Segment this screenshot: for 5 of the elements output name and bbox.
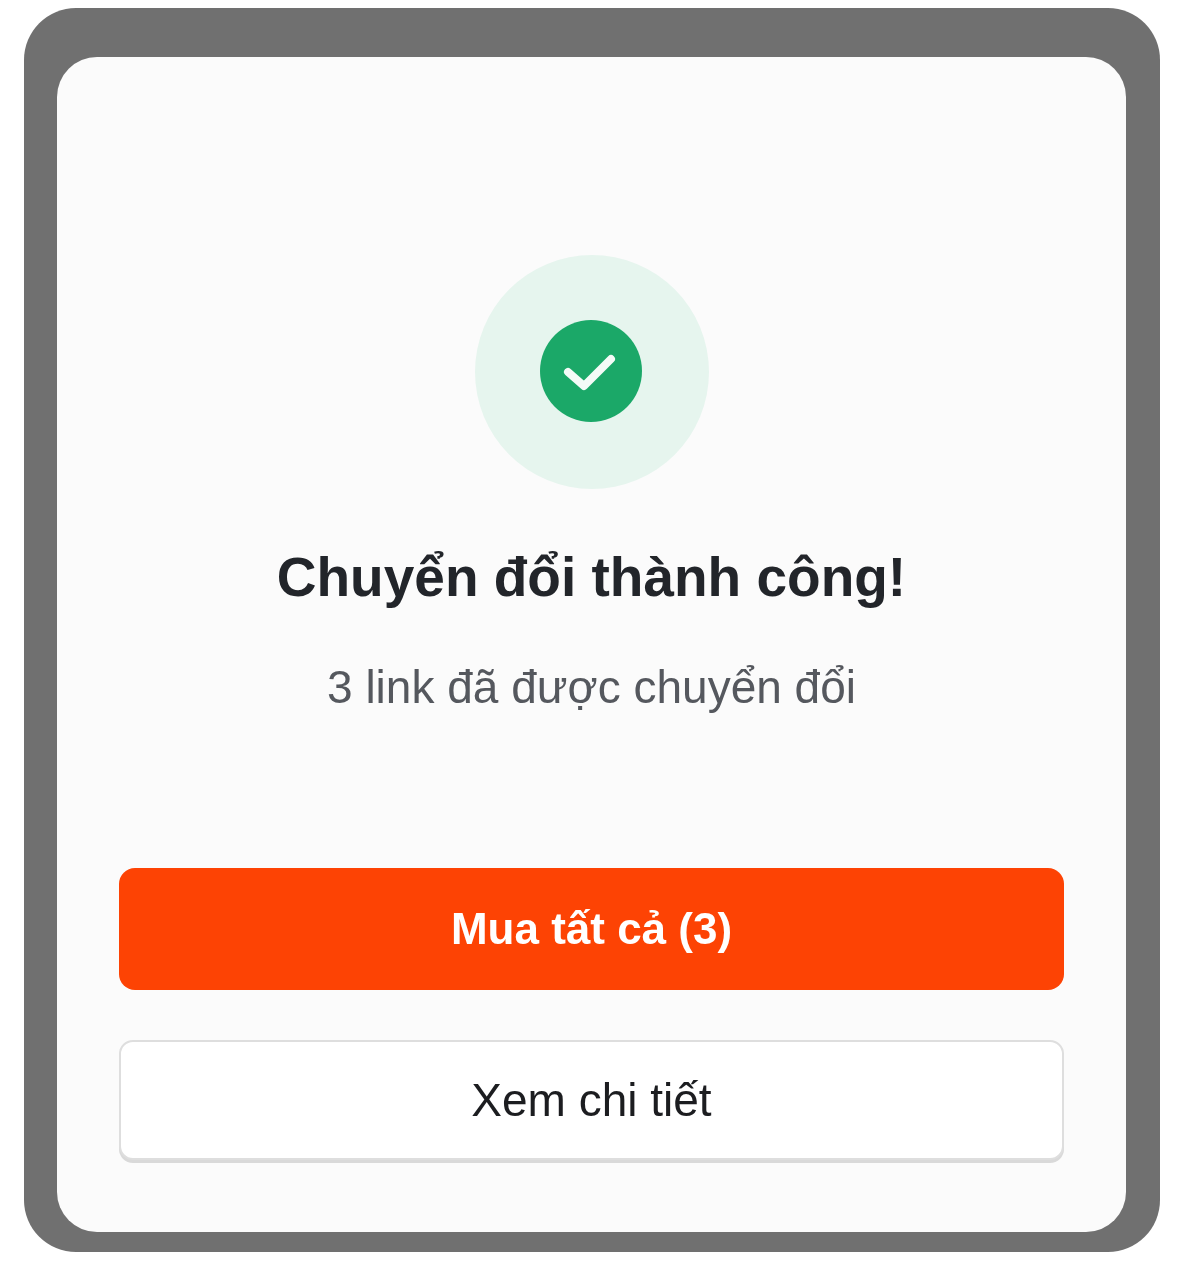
success-check-icon	[474, 255, 709, 489]
dialog-title: Chuyển đổi thành công!	[276, 545, 907, 610]
dialog-message: 3 link đã được chuyển đổi	[327, 660, 856, 714]
view-details-button[interactable]: Xem chi tiết	[119, 1040, 1064, 1160]
buy-all-button[interactable]: Mua tất cả (3)	[119, 868, 1064, 990]
